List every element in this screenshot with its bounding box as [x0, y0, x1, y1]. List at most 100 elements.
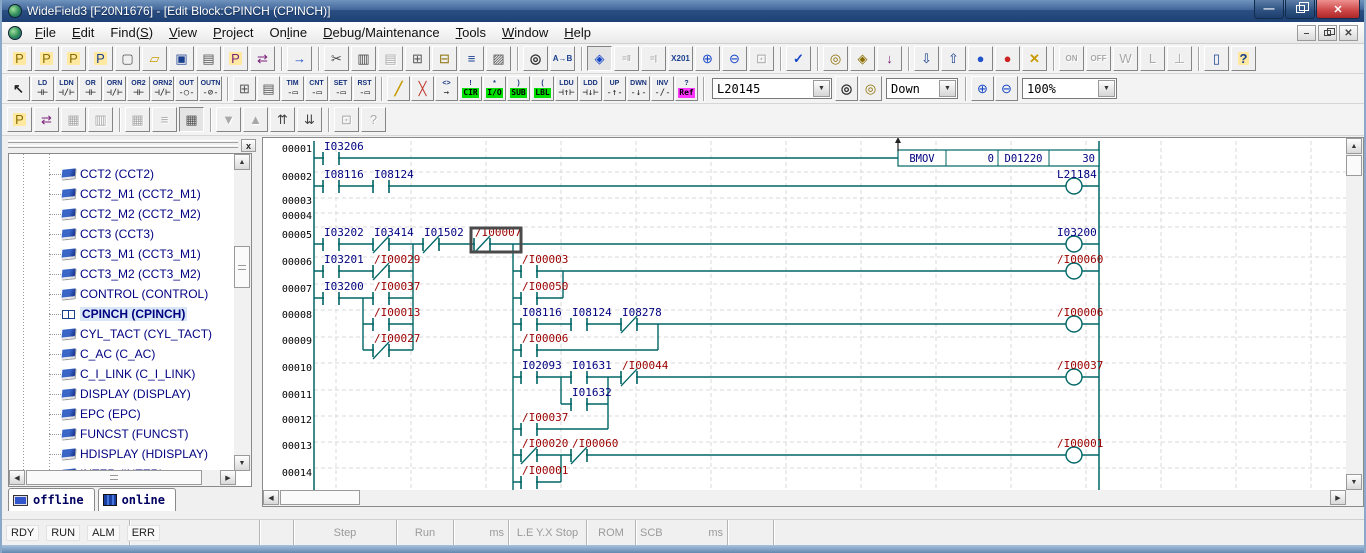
sidebar-item-cct3_m2[interactable]: CCT3_M2 (CCT3_M2) [9, 264, 235, 284]
sidebar-item-cct3_m1[interactable]: CCT3_M1 (CCT3_M1) [9, 244, 235, 264]
new-project-button[interactable]: P [7, 46, 32, 71]
insert-button[interactable]: ⊞ [405, 46, 430, 71]
open-file-button[interactable]: ▱ [142, 46, 167, 71]
orn2-button[interactable]: ORN2⊣/⊢ [151, 76, 174, 101]
inv-button[interactable]: INV-/- [651, 76, 674, 101]
coil-label[interactable]: /I00037 [1057, 359, 1103, 372]
menu-debug-maintenance[interactable]: Debug/Maintenance [315, 22, 447, 44]
rung-number[interactable]: 00013 [282, 441, 312, 452]
coil-label[interactable]: L21184 [1057, 168, 1097, 181]
sidebar-item-cct2_m1[interactable]: CCT2_M1 (CCT2_M1) [9, 184, 235, 204]
no-contact-label[interactable]: /I00050 [522, 280, 568, 293]
tree-vertical-scrollbar[interactable]: ▲ ▼ [234, 154, 251, 471]
nc-contact-label[interactable]: I03414 [374, 226, 414, 239]
zoom-out-button[interactable]: ⊖ [722, 46, 747, 71]
restore-button[interactable] [1285, 0, 1315, 19]
coil-label[interactable]: /I00001 [1057, 437, 1103, 450]
delete-button[interactable]: ⊟ [432, 46, 457, 71]
find-button[interactable]: ◎ [523, 46, 548, 71]
search-direction-combo[interactable]: Down▼ [886, 78, 958, 99]
sidebar-item-cyl_tact[interactable]: CYL_TACT (CYL_TACT) [9, 324, 235, 344]
scroll-up-icon[interactable]: ▲ [1346, 138, 1362, 154]
project-replace-button[interactable]: ◈ [850, 46, 875, 71]
ladder-vertical-scrollbar[interactable]: ▲ ▼ [1346, 138, 1363, 490]
no-contact-label[interactable]: /I00037 [374, 280, 420, 293]
rst-button[interactable]: RST-▭ [353, 76, 376, 101]
mdi-minimize-button[interactable]: – [1297, 25, 1316, 41]
copy-button[interactable]: ▥ [351, 46, 376, 71]
project-properties-button[interactable]: P [88, 46, 113, 71]
no-contact-label[interactable]: I01631 [572, 359, 612, 372]
cnt-button[interactable]: CNT-▭ [305, 76, 328, 101]
device-search-combo[interactable]: L20145▼ [712, 78, 832, 99]
zoom-level-combo[interactable]: 100%▼ [1022, 78, 1117, 99]
download-button[interactable]: ⇩ [914, 46, 939, 71]
sub-button[interactable]: )SUB [507, 76, 530, 101]
save-button[interactable]: ▣ [169, 46, 194, 71]
ref-button[interactable]: ?Ref [675, 76, 698, 101]
menu-help[interactable]: Help [556, 22, 599, 44]
list-button[interactable]: ≡ [459, 46, 484, 71]
scroll-down-icon[interactable]: ▼ [1346, 474, 1362, 490]
box-cell[interactable]: 30 [1082, 153, 1095, 165]
page-bottom-button[interactable]: ⇊ [297, 107, 322, 132]
replace-button[interactable]: A→B [550, 46, 575, 71]
instruction-button[interactable]: ⊞ [233, 76, 256, 101]
outn-button[interactable]: OUTN-⊘- [199, 76, 222, 101]
tab-offline[interactable]: offline [8, 488, 95, 511]
coil-label[interactable]: I03200 [1057, 226, 1097, 239]
ldu-button[interactable]: LDU⊣↑⊢ [555, 76, 578, 101]
mdi-close-button[interactable]: ✕ [1339, 25, 1358, 41]
nc-contact-label[interactable]: /I00029 [374, 253, 420, 266]
ldd-button[interactable]: LDD⊣↓⊢ [579, 76, 602, 101]
no-contact-label[interactable]: /I00037 [522, 411, 568, 424]
sidebar-item-cpinch[interactable]: CPINCH (CPINCH) [9, 304, 235, 324]
new-file-button[interactable]: ▢ [115, 46, 140, 71]
no-contact-label[interactable]: I02093 [522, 359, 562, 372]
ldn-button[interactable]: LDN⊣/⊢ [55, 76, 78, 101]
stop-mode-button[interactable]: ● [995, 46, 1020, 71]
or-button[interactable]: OR⊣⊢ [79, 76, 102, 101]
sidebar-item-control[interactable]: CONTROL (CONTROL) [9, 284, 235, 304]
sidebar-item-epc[interactable]: EPC (EPC) [9, 404, 235, 424]
dwn-button[interactable]: DWN-↓- [627, 76, 650, 101]
chevron-down-icon[interactable]: ▼ [1098, 80, 1115, 97]
rung-number[interactable]: 00001 [282, 144, 312, 155]
no-contact-label[interactable]: I08116 [522, 306, 562, 319]
rung-number[interactable]: 00009 [282, 336, 312, 347]
menu-edit[interactable]: Edit [64, 22, 102, 44]
tim-button[interactable]: TIM-▭ [281, 76, 304, 101]
menu-find-s-[interactable]: Find(S) [102, 22, 161, 44]
no-contact-label[interactable]: /I00013 [374, 306, 420, 319]
no-contact-label[interactable]: /I00003 [522, 253, 568, 266]
monitor-window-button[interactable]: ⇄ [34, 107, 59, 132]
menu-online[interactable]: Online [262, 22, 316, 44]
rung-number[interactable]: 00012 [282, 415, 312, 426]
cut-button[interactable]: ✂ [324, 46, 349, 71]
project-search-button[interactable]: ◎ [859, 76, 882, 101]
ld-button[interactable]: LD⊣⊢ [31, 76, 54, 101]
or2-button[interactable]: OR2⊣⊢ [127, 76, 150, 101]
sidebar-item-cct3[interactable]: CCT3 (CCT3) [9, 224, 235, 244]
rung-number[interactable]: 00002 [282, 172, 312, 183]
up-button[interactable]: UP-↑- [603, 76, 626, 101]
cross-reference-button[interactable]: ↓ [877, 46, 902, 71]
help-button[interactable]: ? [1231, 46, 1256, 71]
nc-contact-label[interactable]: /I00027 [374, 332, 420, 345]
sidebar-item-c_i_link[interactable]: C_I_LINK (C_I_LINK) [9, 364, 235, 384]
no-contact-label[interactable]: I01632 [572, 386, 612, 399]
ladder-vscroll-thumb[interactable] [1346, 155, 1362, 176]
tile-grid-button[interactable]: ▦ [179, 107, 204, 132]
find-next-button[interactable]: ◎ [835, 76, 858, 101]
zoom-in-button[interactable]: ⊕ [695, 46, 720, 71]
nc-contact-label[interactable]: /I00020 [522, 437, 568, 450]
no-contact-label[interactable]: I03200 [324, 280, 364, 293]
sidebar-item-funcst[interactable]: FUNCST (FUNCST) [9, 424, 235, 444]
lbl-button[interactable]: (LBL [531, 76, 554, 101]
nc-contact-label[interactable]: I01502 [424, 226, 464, 239]
no-contact-label[interactable]: I08124 [572, 306, 612, 319]
connect-button[interactable]: <>→ [435, 76, 458, 101]
rung-number[interactable]: 00004 [282, 211, 312, 222]
sidebar-item-hdisplay[interactable]: HDISPLAY (HDISPLAY) [9, 444, 235, 464]
scroll-right-icon[interactable]: ▶ [220, 470, 236, 485]
